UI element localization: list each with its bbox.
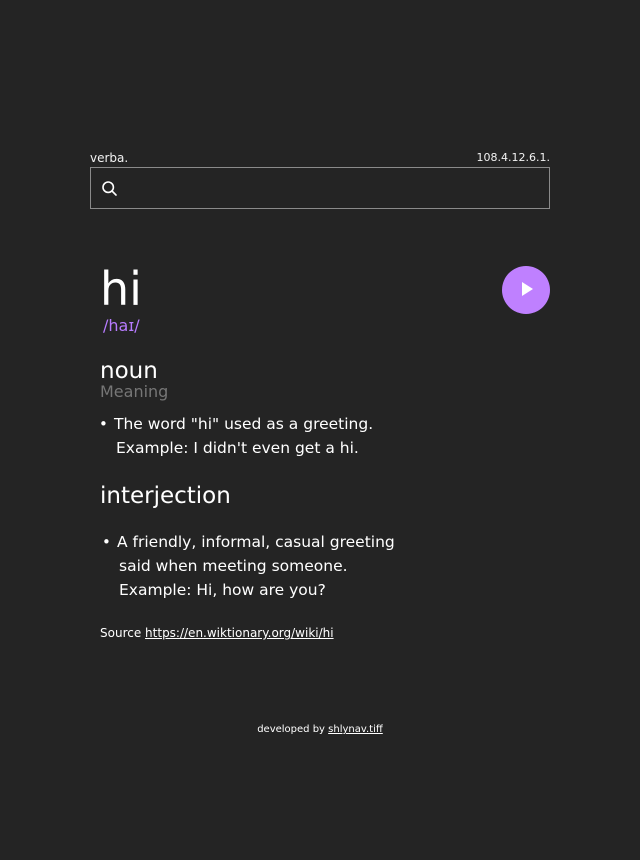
phonetic-text: /haɪ/ xyxy=(103,316,140,335)
play-icon xyxy=(522,282,533,296)
word-title: hi xyxy=(100,262,142,316)
bullet-icon: • xyxy=(99,415,108,433)
app-version: 108.4.12.6.1. xyxy=(476,151,550,164)
definition-example: Example: I didn't even get a hi. xyxy=(116,439,359,457)
footer-prefix: developed by xyxy=(257,724,325,735)
search-input[interactable] xyxy=(125,168,541,208)
search-box[interactable] xyxy=(90,167,550,209)
meaning-label: Meaning xyxy=(100,382,169,401)
app-header: verba. 108.4.12.6.1. xyxy=(90,150,550,166)
definition-example: Example: Hi, how are you? xyxy=(119,581,326,599)
footer: developed by shlynav.tiff xyxy=(0,723,640,737)
search-icon xyxy=(102,181,117,196)
definition-text: A friendly, informal, casual greeting xyxy=(117,533,395,551)
source-label: Source xyxy=(100,626,142,640)
source-line: Source https://en.wiktionary.org/wiki/hi xyxy=(100,625,334,641)
app-brand: verba. xyxy=(90,151,129,165)
definition-text: The word "hi" used as a greeting. xyxy=(114,415,374,433)
source-link[interactable]: https://en.wiktionary.org/wiki/hi xyxy=(145,626,334,640)
part-of-speech-interjection: interjection xyxy=(100,483,231,509)
definition-text-continued: said when meeting someone. xyxy=(119,557,348,575)
play-audio-button[interactable] xyxy=(502,266,550,314)
author-link[interactable]: shlynav.tiff xyxy=(328,724,383,735)
bullet-icon: • xyxy=(102,533,111,551)
